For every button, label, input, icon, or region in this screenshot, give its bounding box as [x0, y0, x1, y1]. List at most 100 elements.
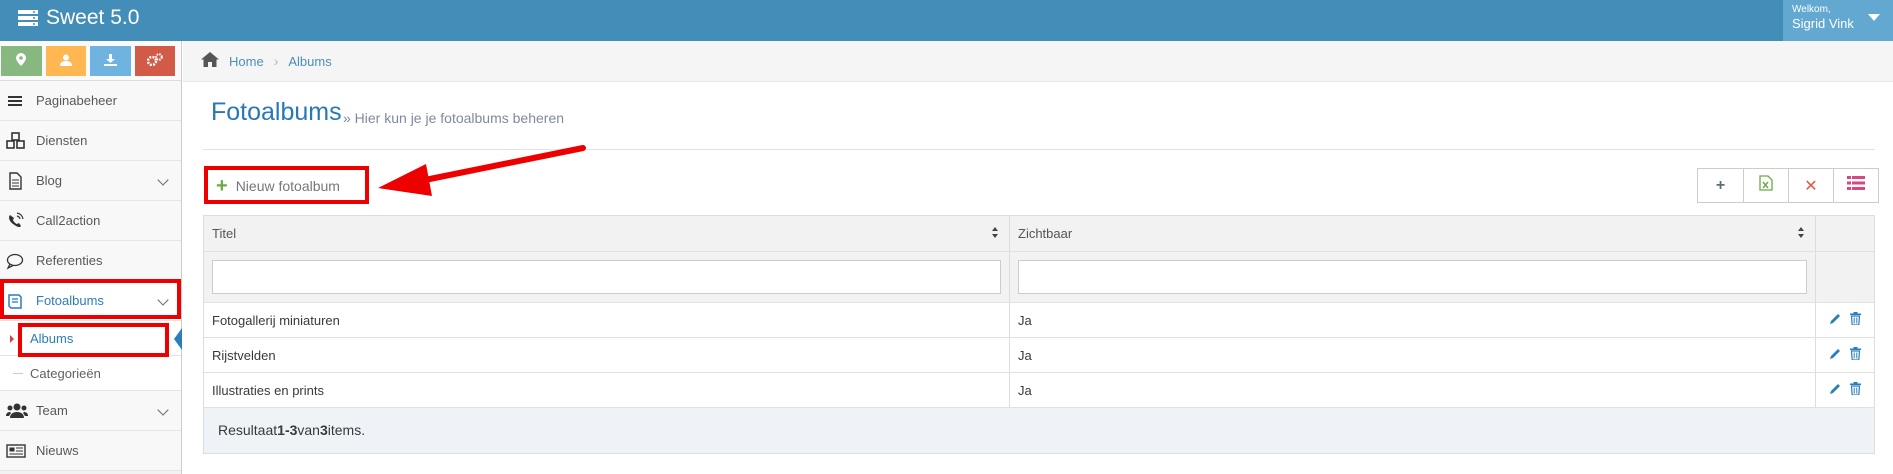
column-header-label: Titel: [212, 226, 237, 241]
book-icon: [6, 292, 24, 310]
app-title: Sweet 5.0: [46, 6, 140, 29]
sidebar-item-diensten[interactable]: Diensten: [0, 121, 181, 161]
filter-cell-zichtbaar: [1010, 252, 1816, 302]
sidebar-item-label: Fotoalbums: [36, 293, 104, 308]
new-photoalbum-label: Nieuw fotoalbum: [235, 178, 340, 194]
sidebar-item-label: Paginabeheer: [36, 93, 117, 108]
sidebar-subitem-albums[interactable]: Albums: [0, 321, 182, 356]
result-range: 1-3: [277, 422, 298, 438]
trash-icon[interactable]: [1850, 382, 1861, 398]
sidebar-subitem-categorieen[interactable]: Categorieën: [0, 356, 181, 391]
brand[interactable]: Sweet 5.0: [18, 6, 139, 30]
sidebar-shortcuts: [0, 41, 181, 81]
sidebar-subitem-label: Categorieën: [30, 365, 101, 381]
sidebar-item-referenties[interactable]: Referenties: [0, 241, 181, 281]
sidebar-item-call2action[interactable]: Call2action: [0, 201, 181, 241]
plus-icon: +: [1715, 176, 1726, 194]
grid-toolbar: + ✕: [1697, 168, 1879, 203]
edit-icon[interactable]: [1829, 382, 1842, 398]
row-actions: [1816, 303, 1874, 337]
grid-filter-row: [204, 252, 1874, 303]
new-photoalbum-button[interactable]: + Nieuw fotoalbum: [210, 171, 346, 201]
chevron-down-icon: [157, 404, 169, 416]
cogs-icon: [146, 53, 163, 69]
sidebar: Paginabeheer Diensten Blog Call2action R…: [0, 41, 182, 474]
sort-icon: [992, 227, 999, 239]
filter-titel-input[interactable]: [212, 260, 1001, 294]
shortcut-map-button[interactable]: [1, 46, 42, 76]
sidebar-item-label: Nieuws: [36, 443, 79, 458]
cell-titel: Rijstvelden: [204, 338, 1010, 372]
sidebar-item-nieuws[interactable]: Nieuws: [0, 431, 181, 471]
server-icon: [18, 10, 38, 26]
top-navbar: Sweet 5.0 Welkom, Sigrid Vink: [0, 0, 1893, 41]
column-header-zichtbaar[interactable]: Zichtbaar: [1010, 216, 1816, 251]
map-marker-icon: [16, 53, 27, 69]
breadcrumb-separator: ›: [273, 53, 279, 69]
sidebar-item-label: Call2action: [36, 213, 101, 228]
sidebar-item-label: Team: [36, 403, 68, 418]
row-actions: [1816, 373, 1874, 407]
sidebar-item-paginabeheer[interactable]: Paginabeheer: [0, 81, 181, 121]
tree-line: [13, 373, 23, 374]
user-menu[interactable]: Welkom, Sigrid Vink: [1783, 0, 1893, 41]
sidebar-item-blog[interactable]: Blog: [0, 161, 181, 201]
row-actions: [1816, 338, 1874, 372]
grid-header-row: Titel Zichtbaar: [204, 216, 1874, 252]
close-icon: ✕: [1804, 177, 1818, 195]
shortcut-download-button[interactable]: [90, 46, 131, 76]
caret-down-icon: [1868, 14, 1880, 21]
chevron-down-icon: [157, 174, 169, 186]
user-icon: [59, 53, 72, 69]
column-header-titel[interactable]: Titel: [204, 216, 1010, 251]
chevron-down-icon: [157, 294, 169, 306]
edit-icon[interactable]: [1829, 347, 1842, 363]
home-icon: [201, 52, 219, 70]
comment-icon: [6, 252, 24, 270]
sidebar-item-team[interactable]: Team: [0, 391, 181, 431]
column-chooser-button[interactable]: [1833, 169, 1878, 202]
result-prefix: Resultaat: [218, 422, 278, 438]
result-suffix: items.: [327, 422, 366, 438]
cubes-icon: [6, 132, 25, 150]
bars-icon: [6, 92, 24, 110]
breadcrumb-home-link[interactable]: Home: [229, 54, 264, 69]
edit-icon[interactable]: [1829, 312, 1842, 328]
shortcut-user-button[interactable]: [45, 46, 86, 76]
page-title: Fotoalbums: [211, 98, 342, 126]
grid-footer: Resultaat 1-3 van 3 items.: [204, 408, 1874, 453]
plus-icon: +: [216, 175, 228, 197]
sidebar-subitem-label: Albums: [30, 330, 74, 346]
newspaper-icon: [6, 442, 26, 460]
sort-icon: [1798, 227, 1805, 239]
trash-icon[interactable]: [1850, 312, 1861, 328]
table-row[interactable]: Illustraties en prints Ja: [204, 373, 1874, 408]
cell-titel: Illustraties en prints: [204, 373, 1010, 407]
table-row[interactable]: Fotogallerij miniaturen Ja: [204, 303, 1874, 338]
list-icon: [1847, 176, 1865, 195]
shortcut-settings-button[interactable]: [134, 46, 175, 76]
cell-zichtbaar: Ja: [1010, 338, 1816, 372]
add-row-button[interactable]: +: [1698, 169, 1743, 202]
page-subtitle: » Hier kun je je fotoalbums beheren: [343, 110, 565, 126]
delete-button[interactable]: ✕: [1788, 169, 1833, 202]
filter-cell-titel: [204, 252, 1010, 302]
trash-icon[interactable]: [1850, 347, 1861, 363]
export-excel-button[interactable]: [1743, 169, 1788, 202]
excel-icon: [1759, 175, 1773, 196]
filter-zichtbaar-input[interactable]: [1018, 260, 1807, 294]
column-header-label: Zichtbaar: [1018, 226, 1073, 241]
albums-grid: Titel Zichtbaar Fotogallerij miniaturen …: [203, 215, 1875, 454]
result-total: 3: [319, 422, 328, 438]
sidebar-item-label: Diensten: [36, 133, 88, 148]
table-row[interactable]: Rijstvelden Ja: [204, 338, 1874, 373]
result-middle: van: [297, 422, 320, 438]
sidebar-item-fotoalbums[interactable]: Fotoalbums: [0, 281, 181, 321]
phone-icon: [6, 212, 24, 230]
annotation-arrow: [378, 145, 586, 196]
breadcrumb-current[interactable]: Albums: [288, 54, 331, 69]
document-icon: [6, 172, 24, 190]
breadcrumb: Home › Albums: [183, 41, 1893, 82]
column-header-actions: [1816, 216, 1874, 251]
filter-cell-actions: [1816, 252, 1874, 302]
